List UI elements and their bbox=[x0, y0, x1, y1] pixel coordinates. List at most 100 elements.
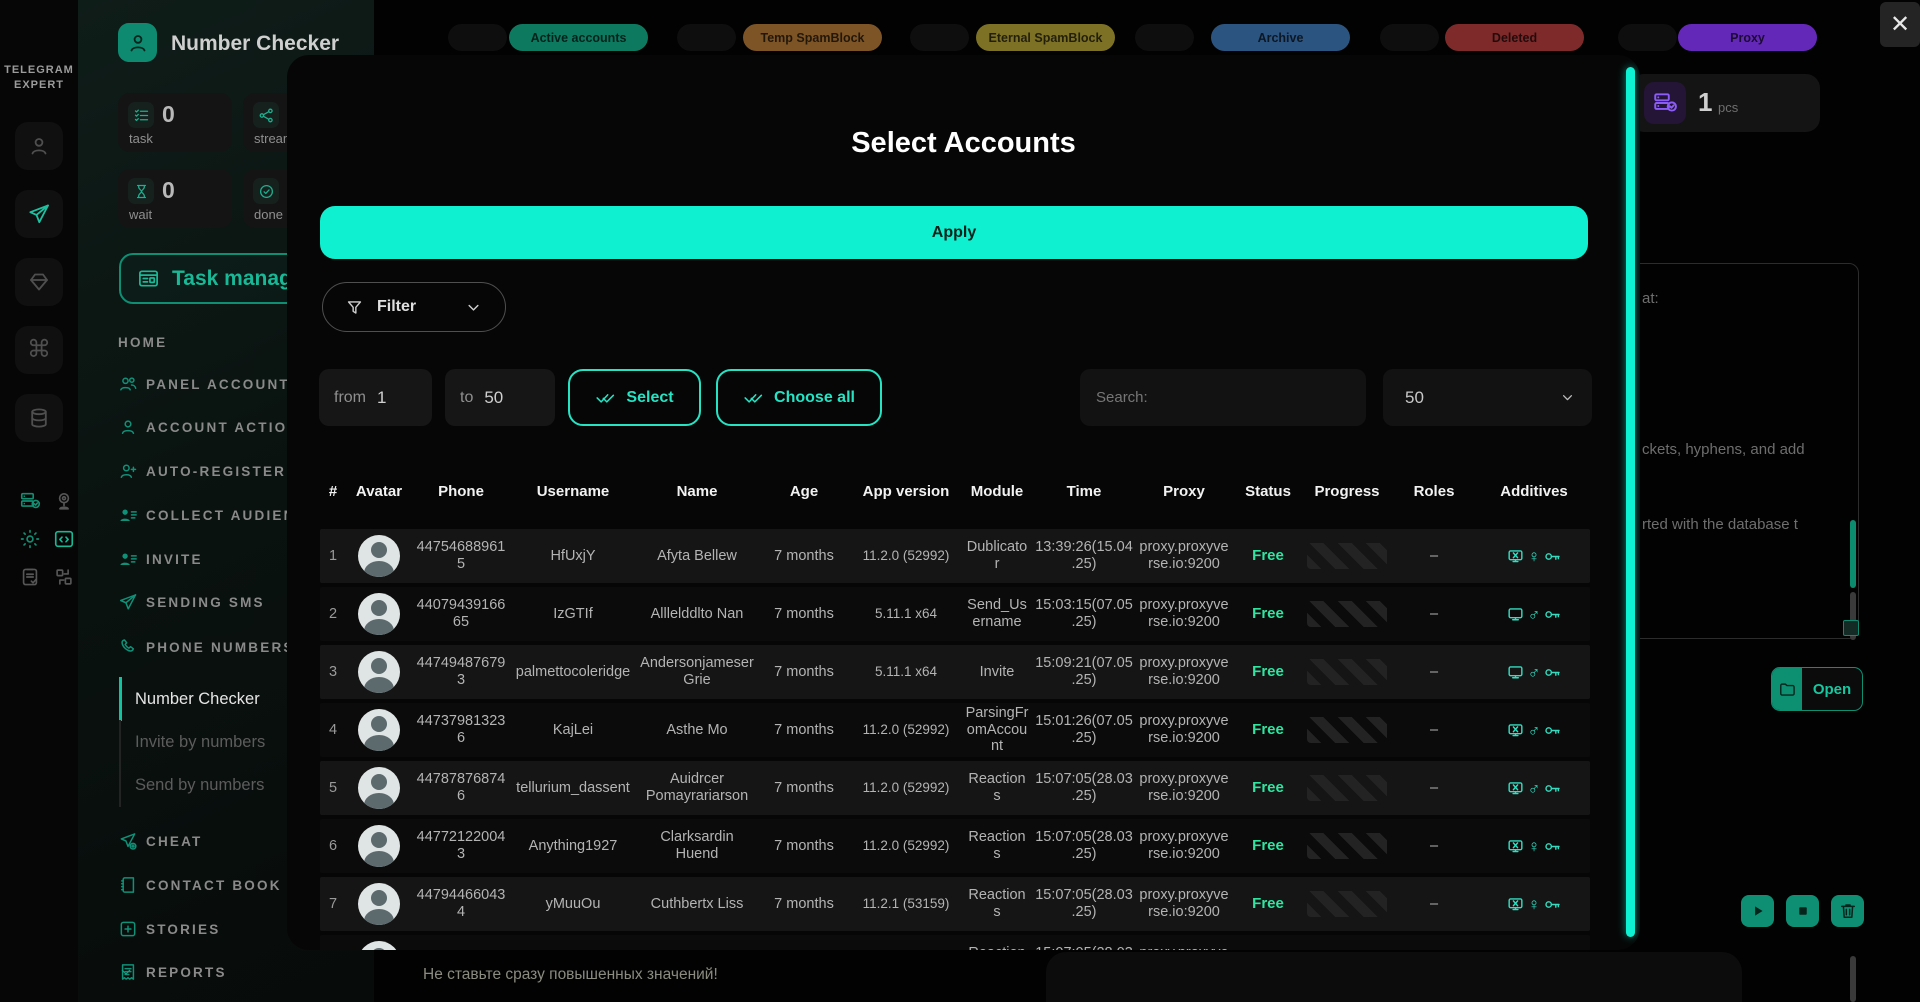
column-header-name: Name bbox=[676, 482, 718, 500]
module-cell: Invite bbox=[979, 663, 1015, 680]
roles-cell: – bbox=[1429, 721, 1439, 738]
warning-text: Не ставьте сразу повышенных значений! bbox=[423, 966, 718, 983]
female-icon: ♀ bbox=[1527, 894, 1541, 914]
tab-placeholder bbox=[1135, 24, 1194, 51]
table-row[interactable]: 6 447721220043 Anything1927 Clarksardin Hue… bbox=[320, 819, 1590, 873]
app-version-cell: 11.2.0 (52992) bbox=[862, 780, 950, 796]
table-row[interactable]: 2 4407943916665 IzGTIf Alllelddlto Nan 7 mon… bbox=[320, 587, 1590, 641]
close-button[interactable]: ✕ bbox=[1880, 2, 1920, 47]
plus-square-icon bbox=[118, 919, 138, 939]
age-cell: 7 months bbox=[774, 605, 834, 622]
panel-text-fragment: rted with the database t bbox=[1642, 516, 1798, 533]
avatar bbox=[358, 651, 400, 693]
time-cell: 15:09:21(07.05.25) bbox=[1035, 655, 1133, 688]
module-cell: Dublicator bbox=[966, 539, 1028, 572]
from-value: 1 bbox=[377, 387, 387, 407]
column-header-additives: Additives bbox=[1500, 482, 1568, 500]
tab-deleted[interactable]: Deleted bbox=[1445, 24, 1584, 51]
sidebar-item-label: AUTO-REGISTER bbox=[146, 463, 287, 479]
male-icon: ♂ bbox=[1527, 662, 1541, 682]
row-number: 1 bbox=[328, 547, 338, 564]
additives-cell: ♀ bbox=[1478, 895, 1590, 914]
key-icon bbox=[1543, 721, 1562, 740]
apply-button[interactable]: Apply bbox=[320, 206, 1588, 259]
table-row[interactable]: 1 447546889615 HfUxjY Afyta Bellew 7 months 1… bbox=[320, 529, 1590, 583]
table-row[interactable]: 844746650553unsaturationamaReactions15:0… bbox=[320, 935, 1590, 950]
brand-line-2: EXPERT bbox=[13, 79, 64, 91]
tab-eternal-spamblock[interactable]: Eternal SpamBlock bbox=[976, 24, 1115, 51]
progress-bar bbox=[1307, 601, 1387, 627]
tab-proxy[interactable]: Proxy bbox=[1678, 24, 1817, 51]
page-size-select[interactable]: 50 bbox=[1383, 369, 1592, 426]
monitor-x-icon bbox=[1506, 895, 1525, 914]
row-number: 6 bbox=[328, 837, 338, 854]
clipboard-check-icon[interactable] bbox=[19, 566, 41, 588]
module-cell: Send_Username bbox=[967, 597, 1027, 630]
key-icon bbox=[1543, 779, 1562, 798]
table-row[interactable]: 7 447944660434 yMuuOu Cuthbertx Liss 7 month… bbox=[320, 877, 1590, 931]
monitor-x-icon bbox=[1506, 721, 1525, 740]
active-indicator bbox=[119, 720, 121, 764]
server-check-icon[interactable] bbox=[19, 490, 41, 512]
table-row[interactable]: 5 447878768746 tellurium_dassent Auidrcer P… bbox=[320, 761, 1590, 815]
chevron-down-icon bbox=[1559, 389, 1576, 406]
rail-premium-button[interactable] bbox=[15, 258, 63, 306]
select-button-label: Select bbox=[626, 388, 674, 406]
play-button[interactable] bbox=[1741, 895, 1774, 927]
delete-button[interactable] bbox=[1831, 895, 1864, 927]
proxy-cell: proxy.proxyverse.io:9200 bbox=[1139, 829, 1229, 862]
tab-placeholder bbox=[677, 24, 736, 51]
phone-cell: 447379813236 bbox=[416, 713, 506, 746]
progress-bar bbox=[1307, 659, 1387, 685]
range-from-input[interactable]: from 1 bbox=[319, 369, 432, 426]
table-row[interactable]: 3 447494876793 palmettocoleridge Andersonja… bbox=[320, 645, 1590, 699]
search-input[interactable] bbox=[1080, 369, 1366, 426]
age-cell: 7 months bbox=[774, 547, 834, 564]
select-button[interactable]: Select bbox=[568, 369, 701, 426]
open-button[interactable]: Open bbox=[1771, 667, 1863, 711]
progress-bar bbox=[1307, 833, 1387, 859]
additives-cell: ♀ bbox=[1478, 547, 1590, 566]
roles-cell: – bbox=[1429, 605, 1439, 622]
rail-database-button[interactable] bbox=[15, 394, 63, 442]
sidebar-item-reports[interactable]: REPORTS bbox=[78, 959, 374, 985]
rail-command-button[interactable]: ⌘ bbox=[15, 326, 63, 374]
double-check-icon bbox=[743, 387, 764, 408]
stop-button[interactable] bbox=[1786, 895, 1819, 927]
choose-all-button[interactable]: Choose all bbox=[716, 369, 882, 426]
swap-icon[interactable] bbox=[53, 566, 75, 588]
code-window-icon[interactable] bbox=[53, 528, 75, 550]
plane-plus-icon bbox=[118, 831, 138, 851]
proxy-cell: proxy.proxyverse.io:9200 bbox=[1139, 655, 1229, 688]
key-icon bbox=[1543, 663, 1562, 682]
tab-temp-spamblock[interactable]: Temp SpamBlock bbox=[743, 24, 882, 51]
tab-active-accounts[interactable]: Active accounts bbox=[509, 24, 648, 51]
username-cell: tellurium_dassent bbox=[516, 779, 630, 796]
rail-accounts-button[interactable] bbox=[15, 122, 63, 170]
gear-icon[interactable] bbox=[19, 528, 41, 550]
tab-archive[interactable]: Archive bbox=[1211, 24, 1350, 51]
name-cell: Clarksardin Huend bbox=[660, 829, 734, 862]
table-row[interactable]: 4 447379813236 KajLei Asthe Mo 7 months 11.2.… bbox=[320, 703, 1590, 757]
key-icon bbox=[1543, 895, 1562, 914]
filter-button[interactable]: Filter bbox=[322, 282, 506, 332]
resize-handle[interactable] bbox=[1843, 620, 1859, 636]
rail-sender-button[interactable] bbox=[15, 190, 63, 238]
column-header-time: Time bbox=[1066, 482, 1102, 500]
modal-scrollbar[interactable] bbox=[1626, 67, 1635, 937]
age-cell: 7 months bbox=[774, 663, 834, 680]
range-to-input[interactable]: to 50 bbox=[445, 369, 555, 426]
filter-label: Filter bbox=[377, 298, 417, 315]
monitor-x-icon bbox=[1506, 779, 1525, 798]
app-root: TELEGRAM EXPERT ⌘ Number Checker 0task0s… bbox=[0, 0, 1920, 1002]
avatar bbox=[358, 825, 400, 867]
phone-cell: 447494876793 bbox=[416, 655, 506, 688]
tab-placeholder bbox=[1380, 24, 1439, 51]
column-header-proxy: Proxy bbox=[1163, 482, 1205, 500]
webcam-person-icon[interactable] bbox=[53, 490, 75, 512]
age-cell: 7 months bbox=[774, 779, 834, 796]
panel-scrollbar[interactable] bbox=[1850, 520, 1856, 588]
status-cell: Free bbox=[1252, 895, 1284, 913]
male-icon: ♂ bbox=[1527, 604, 1541, 624]
bottom-scrollbar[interactable] bbox=[1850, 956, 1856, 1002]
